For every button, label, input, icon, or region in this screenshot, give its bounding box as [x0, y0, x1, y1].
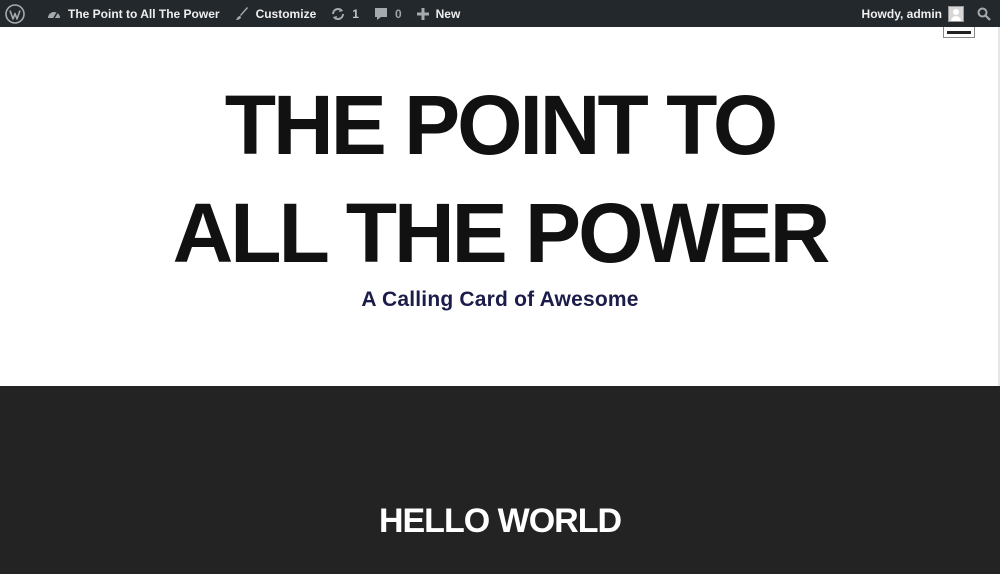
avatar [948, 5, 964, 22]
customize-link[interactable]: Customize [227, 0, 324, 27]
refresh-icon [330, 6, 346, 22]
greeting-label: Howdy, admin [861, 6, 942, 21]
avatar-head [953, 8, 959, 15]
comment-icon [373, 6, 389, 22]
customize-label: Customize [255, 6, 317, 21]
dashboard-icon [46, 6, 62, 22]
site-title[interactable]: THE POINT TO ALL THE POWER [0, 71, 1000, 287]
admin-bar-right: Howdy, admin [855, 0, 1000, 27]
new-label: New [435, 6, 461, 21]
admin-bar: The Point to All The Power Customize 1 0… [0, 0, 1000, 27]
wordpress-menu[interactable] [0, 0, 39, 27]
site-header: THE POINT TO ALL THE POWER A Calling Car… [0, 27, 1000, 386]
menu-toggle-icon[interactable] [943, 27, 975, 38]
site-title-line-2: ALL THE POWER [172, 186, 831, 280]
comments-link[interactable]: 0 [366, 0, 409, 27]
wordpress-logo-icon [5, 3, 25, 24]
admin-bar-left: The Point to All The Power Customize 1 0… [0, 0, 467, 27]
comments-count: 0 [394, 6, 402, 21]
site-name-label: The Point to All The Power [68, 6, 220, 21]
admin-bar-search[interactable] [971, 0, 1000, 27]
updates-count: 1 [352, 6, 359, 21]
updates-link[interactable]: 1 [323, 0, 366, 27]
site-title-line-1: THE POINT TO [224, 78, 778, 172]
new-content-menu[interactable]: New [409, 0, 468, 27]
brush-icon [234, 6, 250, 22]
search-icon [977, 7, 991, 21]
content-area: HELLO WORLD [0, 386, 1000, 574]
menu-toggle-bar [947, 31, 971, 34]
site-description: A Calling Card of Awesome [361, 288, 639, 311]
site-name-menu[interactable]: The Point to All The Power [39, 0, 227, 27]
my-account-menu[interactable]: Howdy, admin [855, 0, 971, 27]
avatar-body [951, 15, 961, 21]
post-title[interactable]: HELLO WORLD [0, 502, 1000, 541]
plus-icon [416, 7, 430, 21]
